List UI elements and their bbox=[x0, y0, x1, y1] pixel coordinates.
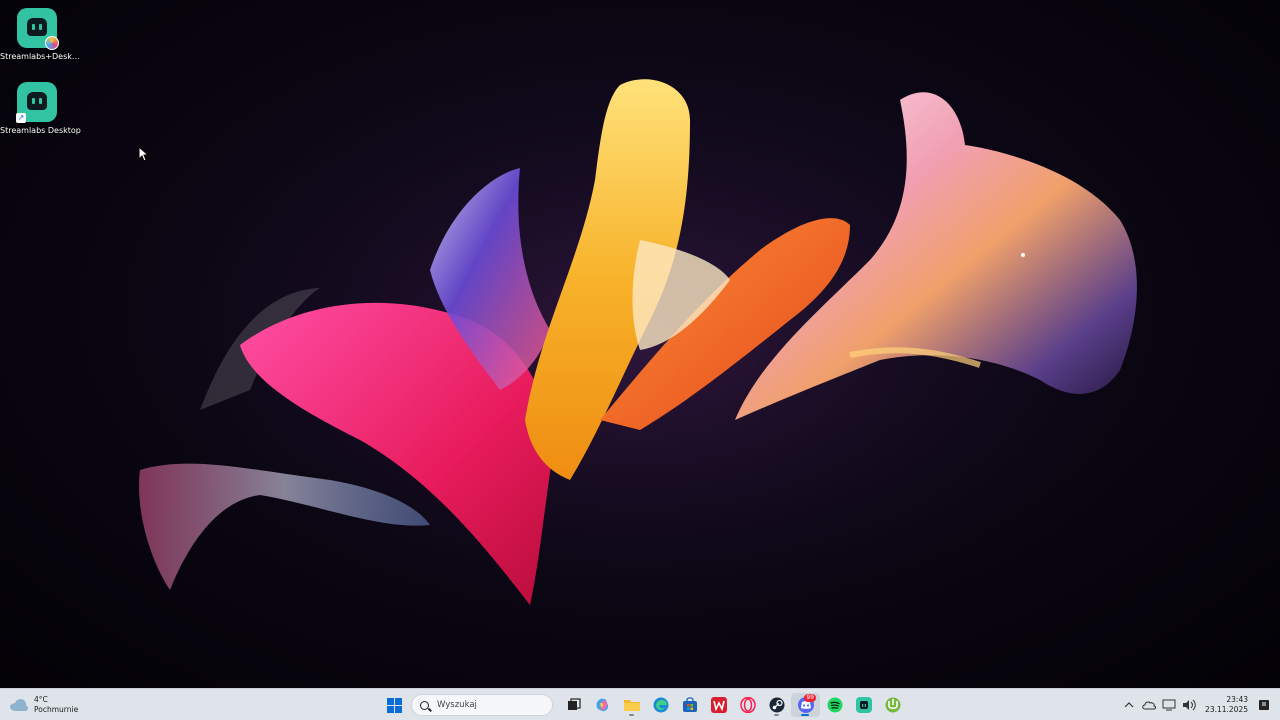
desktop-icon-label: Streamlabs Desktop bbox=[0, 126, 81, 135]
task-view-button[interactable] bbox=[559, 693, 588, 717]
discord-button[interactable]: 99 bbox=[791, 693, 820, 717]
edge-icon bbox=[653, 697, 668, 713]
clock-time: 23:43 bbox=[1226, 695, 1248, 704]
copilot-button[interactable] bbox=[588, 693, 617, 717]
volume-icon[interactable] bbox=[1181, 697, 1197, 713]
file-explorer-button[interactable] bbox=[617, 693, 646, 717]
taskbar: 4°C Pochmurnie Wyszukaj 99 23:43 23.11.2… bbox=[0, 688, 1280, 720]
weather-temp: 4°C bbox=[34, 695, 48, 704]
desktop-icon-streamlabs[interactable]: ↗ Streamlabs Desktop bbox=[0, 82, 81, 135]
notification-bell-icon[interactable] bbox=[1256, 697, 1272, 713]
onedrive-icon[interactable] bbox=[1141, 697, 1157, 713]
start-button[interactable] bbox=[380, 693, 409, 717]
spotify-icon bbox=[827, 697, 842, 713]
edge-button[interactable] bbox=[646, 693, 675, 717]
utorrent-icon bbox=[885, 697, 900, 713]
chevron-up-icon[interactable] bbox=[1121, 697, 1137, 713]
desktop-icon-label: Streamlabs+Desk... bbox=[0, 52, 80, 61]
desktop-icon-streamlabs-plus[interactable]: Streamlabs+Desk... bbox=[0, 8, 80, 61]
weather-widget[interactable]: 4°C Pochmurnie bbox=[10, 693, 78, 717]
cloud-icon bbox=[10, 699, 28, 711]
folder-icon bbox=[623, 700, 640, 711]
streamlabs-button[interactable] bbox=[849, 693, 878, 717]
desktop[interactable]: Streamlabs+Desk... ↗ Streamlabs Desktop bbox=[0, 0, 1280, 688]
search-box[interactable]: Wyszukaj bbox=[411, 694, 553, 716]
mouse-cursor-icon bbox=[138, 146, 148, 162]
opera-icon bbox=[739, 697, 756, 713]
wps-button[interactable] bbox=[704, 693, 733, 717]
windows-logo-icon bbox=[387, 697, 402, 713]
streamlabs-plus-icon bbox=[17, 8, 59, 50]
streamlabs-icon bbox=[855, 697, 872, 713]
store-icon bbox=[682, 697, 697, 712]
utorrent-button[interactable] bbox=[878, 693, 907, 717]
clock-date: 23.11.2025 bbox=[1205, 705, 1248, 714]
store-button[interactable] bbox=[675, 693, 704, 717]
spotify-button[interactable] bbox=[820, 693, 849, 717]
wps-icon bbox=[710, 697, 727, 713]
wallpaper bbox=[120, 40, 1160, 640]
streamlabs-icon: ↗ bbox=[16, 82, 57, 123]
weather-condition: Pochmurnie bbox=[34, 705, 79, 714]
network-icon[interactable] bbox=[1161, 697, 1177, 713]
steam-button[interactable] bbox=[762, 693, 791, 717]
clock[interactable]: 23:43 23.11.2025 bbox=[1205, 695, 1248, 715]
copilot-icon bbox=[596, 698, 608, 712]
opera-button[interactable] bbox=[733, 693, 762, 717]
system-tray: 23:43 23.11.2025 bbox=[1121, 693, 1280, 717]
task-view-icon bbox=[567, 698, 581, 710]
search-placeholder: Wyszukaj bbox=[437, 700, 477, 710]
steam-icon bbox=[769, 697, 784, 713]
taskbar-center: Wyszukaj 99 bbox=[380, 693, 907, 717]
discord-badge: 99 bbox=[804, 694, 816, 702]
search-icon bbox=[420, 700, 429, 710]
